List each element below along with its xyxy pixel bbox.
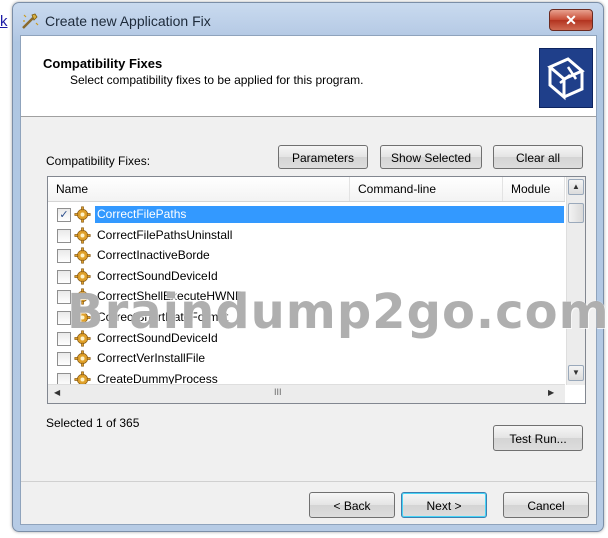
footer-separator xyxy=(21,481,596,482)
list-column-header: Name Command-line Module xyxy=(48,177,565,202)
close-button[interactable]: ✕ xyxy=(549,9,593,31)
scroll-grip[interactable]: III xyxy=(274,387,282,397)
wizard-app-icon xyxy=(22,13,39,29)
parameters-button[interactable]: Parameters xyxy=(278,145,368,169)
item-name: CorrectVerInstallFile xyxy=(97,351,206,366)
list-item[interactable]: CorrectInactiveBorde xyxy=(48,246,565,266)
show-selected-button[interactable]: Show Selected xyxy=(380,145,482,169)
item-checkbox[interactable] xyxy=(57,269,71,284)
gear-icon xyxy=(74,247,91,264)
next-button[interactable]: Next > xyxy=(401,492,487,518)
gear-icon xyxy=(74,350,91,367)
compatibility-fixes-label: Compatibility Fixes: xyxy=(46,154,151,168)
item-name: CorrectSoundDeviceId xyxy=(97,268,218,283)
dialog-client-area: Compatibility Fixes Select compatibility… xyxy=(20,35,608,525)
item-name: CorrectFilePaths xyxy=(95,206,564,223)
item-name: CorrectInactiveBorde xyxy=(97,248,210,263)
scroll-left-icon[interactable]: ◀ xyxy=(54,388,60,397)
vertical-scrollbar[interactable]: ▲ ▼ xyxy=(566,177,585,385)
gear-icon xyxy=(74,206,91,223)
back-button[interactable]: < Back xyxy=(309,492,395,518)
wizard-banner-icon xyxy=(539,48,593,108)
item-checkbox[interactable] xyxy=(57,249,71,264)
window-title: Create new Application Fix xyxy=(45,13,211,29)
page-title: Compatibility Fixes xyxy=(43,56,163,71)
edge-link-text[interactable]: k xyxy=(0,14,8,30)
watermark: Braindump2go.com xyxy=(67,284,608,340)
selected-count: Selected 1 of 365 xyxy=(46,416,140,430)
item-name: CorrectFilePathsUninstall xyxy=(97,227,233,242)
column-module[interactable]: Module xyxy=(503,177,565,201)
horizontal-scrollbar[interactable]: ◀ III ▶ xyxy=(48,384,565,403)
scroll-right-icon[interactable]: ▶ xyxy=(548,388,554,397)
cancel-button[interactable]: Cancel xyxy=(503,492,589,518)
test-run-button[interactable]: Test Run... xyxy=(493,425,583,451)
item-checkbox[interactable] xyxy=(57,352,71,367)
gear-icon xyxy=(74,227,91,244)
column-name[interactable]: Name xyxy=(48,177,350,201)
clear-all-button[interactable]: Clear all xyxy=(493,145,583,169)
page-subtitle: Select compatibility fixes to be applied… xyxy=(70,73,364,87)
scroll-up-icon[interactable]: ▲ xyxy=(568,179,584,195)
scroll-down-icon[interactable]: ▼ xyxy=(568,365,584,381)
column-command-line[interactable]: Command-line xyxy=(350,177,503,201)
list-item[interactable]: ✓ CorrectFilePaths xyxy=(48,205,565,225)
list-item[interactable]: CorrectFilePathsUninstall xyxy=(48,226,565,246)
item-checkbox[interactable] xyxy=(57,228,71,243)
scroll-thumb[interactable] xyxy=(568,203,584,223)
wizard-header: Compatibility Fixes Select compatibility… xyxy=(21,36,596,117)
item-checkbox[interactable]: ✓ xyxy=(57,208,71,222)
dialog-window: Create new Application Fix ✕ Compatibili… xyxy=(12,2,608,532)
gear-icon xyxy=(74,268,91,285)
list-item[interactable]: CorrectVerInstallFile xyxy=(48,349,565,369)
